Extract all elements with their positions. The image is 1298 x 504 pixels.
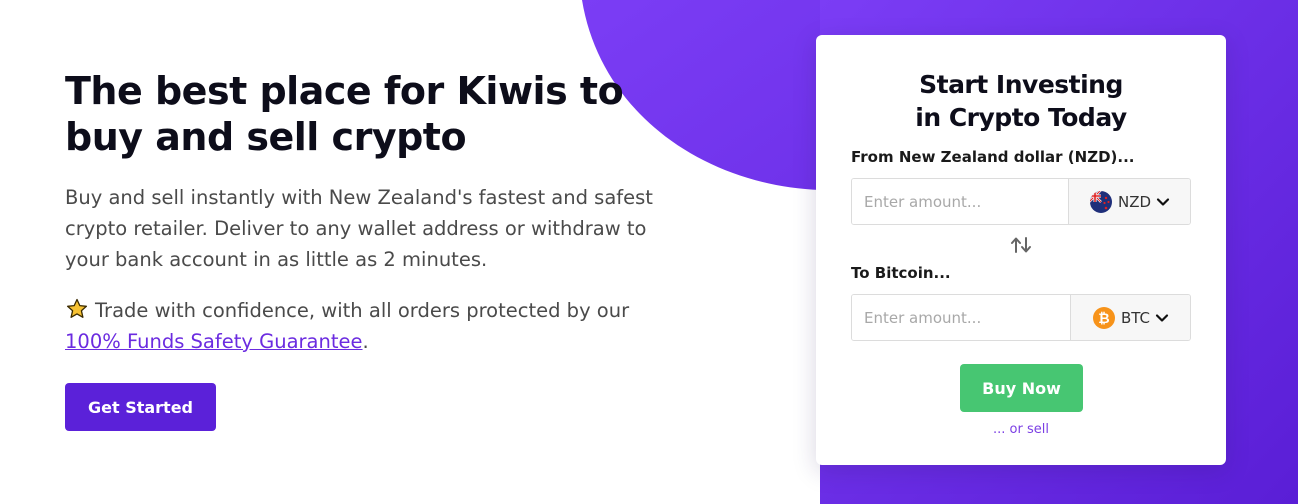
hero-title-line1: The best place for Kiwis to xyxy=(65,69,624,113)
from-amount-row: NZD xyxy=(851,178,1191,225)
hero-title: The best place for Kiwis to buy and sell… xyxy=(65,68,705,160)
trust-suffix: . xyxy=(362,330,369,353)
hero-description: Buy and sell instantly with New Zealand'… xyxy=(65,186,653,271)
from-currency-label: From New Zealand dollar (NZD)... xyxy=(851,148,1135,166)
star-icon xyxy=(66,298,88,318)
or-sell-link[interactable]: ... or sell xyxy=(816,422,1226,437)
from-currency-select[interactable]: NZD xyxy=(1068,179,1190,224)
hero-title-line2: buy and sell crypto xyxy=(65,115,467,159)
from-currency-code: NZD xyxy=(1117,192,1152,211)
investing-widget: Start Investing in Crypto Today From New… xyxy=(816,35,1226,465)
to-currency-code: BTC xyxy=(1120,308,1151,327)
widget-title-line1: Start Investing xyxy=(919,70,1123,99)
chevron-down-icon xyxy=(1156,197,1170,206)
to-currency-label: To Bitcoin... xyxy=(851,264,951,282)
swap-arrows-icon[interactable] xyxy=(1008,235,1034,255)
to-currency-select[interactable]: ₿ BTC xyxy=(1070,295,1190,340)
hero-section: The best place for Kiwis to buy and sell… xyxy=(65,68,705,431)
to-amount-input[interactable] xyxy=(852,295,1070,340)
to-amount-row: ₿ BTC xyxy=(851,294,1191,341)
chevron-down-icon xyxy=(1155,313,1169,322)
from-amount-input[interactable] xyxy=(852,179,1068,224)
trust-statement: Trade with confidence, with all orders p… xyxy=(65,295,685,357)
funds-safety-guarantee-link[interactable]: 100% Funds Safety Guarantee xyxy=(65,330,363,353)
widget-title: Start Investing in Crypto Today xyxy=(816,68,1226,134)
trust-text: Trade with confidence, with all orders p… xyxy=(95,299,630,322)
bitcoin-icon: ₿ xyxy=(1092,306,1115,329)
get-started-button[interactable]: Get Started xyxy=(65,383,216,431)
widget-title-line2: in Crypto Today xyxy=(915,103,1127,132)
nz-flag-icon xyxy=(1089,190,1112,213)
svg-text:₿: ₿ xyxy=(1098,311,1109,327)
buy-now-button[interactable]: Buy Now xyxy=(960,364,1083,412)
